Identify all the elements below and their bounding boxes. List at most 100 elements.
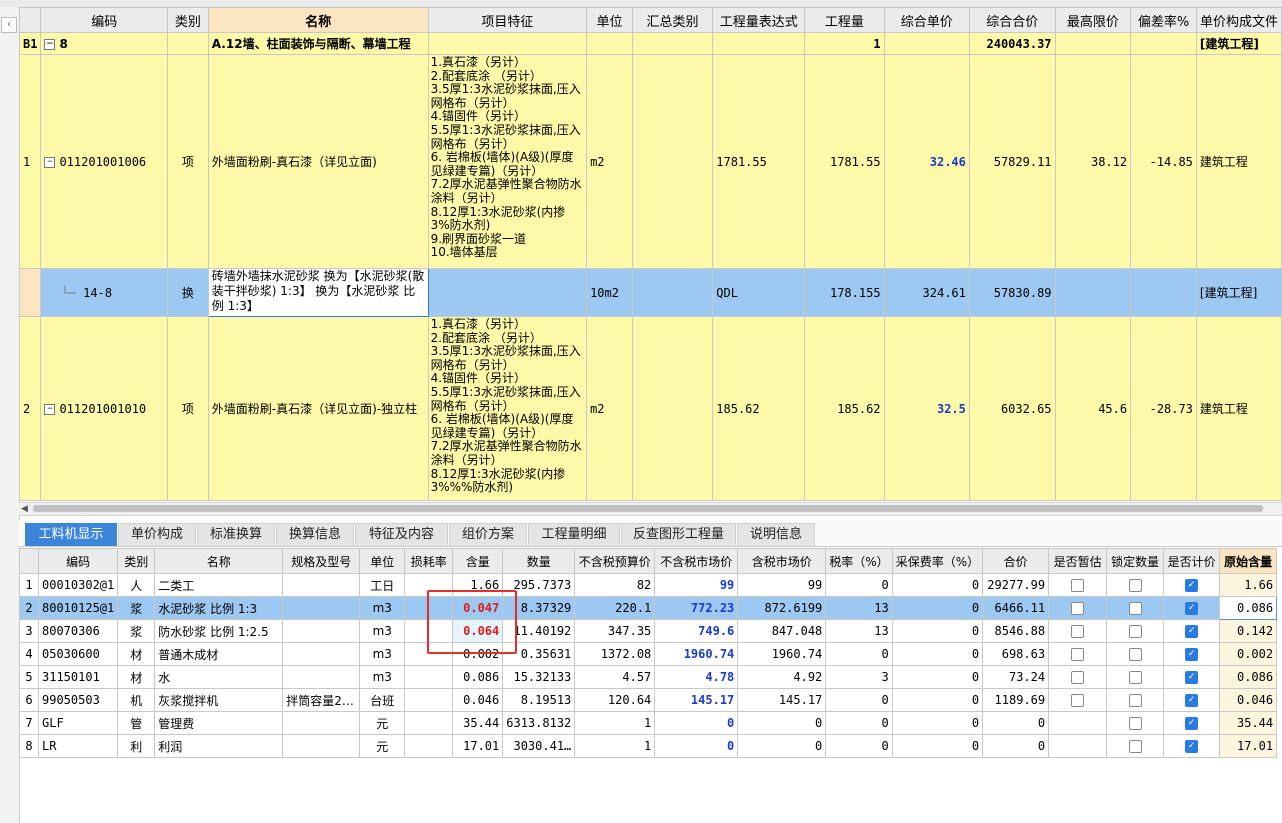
cell-market[interactable]: 145.17 — [654, 688, 739, 712]
section-name[interactable]: A.12墙、柱面装饰与隔断、幕墙工程 — [207, 32, 429, 55]
col-header-unit-price[interactable]: 综合单价 — [883, 7, 970, 33]
collapse-tree-icon[interactable]: − — [44, 38, 56, 50]
table-row[interactable]: 5 31150101 材水 m3 0.086 15.32133 4.57 4.78 4.92 3 0… — [19, 665, 1278, 689]
tab-graphic-quantity[interactable]: 反查图形工程量 — [621, 523, 736, 546]
cell-name[interactable]: 管理费 — [154, 711, 284, 735]
cell-market[interactable]: 99 — [654, 573, 739, 597]
scrollbar-thumb[interactable] — [33, 505, 1263, 512]
cell-content[interactable]: 0.086 — [452, 665, 504, 689]
provisional-checkbox[interactable] — [1071, 671, 1085, 684]
table-row-selected[interactable]: └─ 14-8 换 砖墙外墙抹水泥砂浆 换为【水泥砂浆(散装干拌砂浆) 1:3】… — [18, 268, 1282, 317]
col-header-unit[interactable]: 单位 — [359, 548, 406, 574]
col-header-summary-type[interactable]: 汇总类别 — [631, 7, 714, 33]
col-header-type[interactable]: 类别 — [167, 7, 209, 33]
col-header-deviation[interactable]: 偏差率% — [1130, 7, 1197, 33]
col-header-unit[interactable]: 单位 — [586, 7, 633, 33]
tab-description[interactable]: 说明信息 — [737, 523, 815, 546]
col-header-limit[interactable]: 最高限价 — [1054, 7, 1132, 33]
priced-checkbox[interactable]: ✓ — [1185, 579, 1199, 592]
horizontal-scrollbar[interactable]: ◀ — [19, 502, 1282, 516]
table-row[interactable]: 3 80070306 浆防水砂浆 比例 1:2.5 m3 0.064 11.40192 34… — [19, 619, 1278, 643]
cell-name[interactable]: 利润 — [154, 734, 284, 758]
cell-market[interactable]: 1960.74 — [654, 642, 739, 666]
lock-qty-checkbox[interactable] — [1128, 579, 1142, 592]
item-name[interactable]: 外墙面粉刷-真石漆（详见立面)-独立柱 — [207, 316, 429, 501]
col-header-loss-rate[interactable]: 损耗率 — [404, 548, 454, 574]
tab-features-content[interactable]: 特征及内容 — [355, 523, 448, 546]
table-row[interactable]: 8 LR 利利润元 17.01 3030.41… 1 0 0 0 0 0 ✓ 17.01 — [19, 734, 1278, 758]
cell-market[interactable]: 0 — [654, 734, 739, 758]
priced-checkbox[interactable]: ✓ — [1185, 602, 1199, 615]
tab-price-composition[interactable]: 单价构成 — [118, 523, 196, 546]
col-header-name[interactable]: 名称 — [207, 7, 429, 33]
cell-content[interactable]: 1.66 — [452, 573, 504, 597]
col-header-content[interactable]: 含量 — [452, 548, 504, 574]
col-header-tax-rate[interactable]: 税率（%） — [825, 548, 893, 574]
table-row[interactable]: 2 −011201001010 项 外墙面粉刷-真石漆（详见立面)-独立柱 1.… — [18, 316, 1282, 501]
cell-market[interactable]: 0 — [654, 711, 739, 735]
cell-name[interactable]: 普通木成材 — [154, 642, 284, 666]
col-header-name[interactable]: 名称 — [154, 548, 284, 574]
cell-content[interactable]: 0.064 — [452, 619, 504, 643]
col-header-market-price[interactable]: 不含税市场价 — [654, 548, 739, 574]
cell-qty[interactable]: 8.19513 — [502, 688, 576, 712]
cell-qty[interactable]: 8.37329 — [502, 596, 576, 620]
lock-qty-checkbox[interactable] — [1128, 648, 1142, 661]
priced-checkbox[interactable]: ✓ — [1185, 740, 1199, 753]
col-header-spec[interactable]: 规格及型号 — [282, 548, 361, 574]
cell-qty[interactable]: 11.40192 — [502, 619, 576, 643]
section-row[interactable]: B1 −8 A.12墙、柱面装饰与隔断、幕墙工程 1 240043.37 [建筑… — [18, 32, 1282, 55]
col-header-total[interactable]: 合价 — [982, 548, 1050, 574]
lock-qty-checkbox[interactable] — [1128, 740, 1142, 753]
cell-content[interactable]: 0.047 — [452, 596, 504, 620]
priced-checkbox[interactable]: ✓ — [1185, 694, 1199, 707]
provisional-checkbox[interactable] — [1071, 648, 1085, 661]
tab-pricing-plan[interactable]: 组价方案 — [449, 523, 527, 546]
tab-materials[interactable]: 工料机显示 — [25, 523, 117, 546]
cell-content[interactable]: 0.046 — [452, 688, 504, 712]
tab-conversion-info[interactable]: 换算信息 — [276, 523, 354, 546]
table-row[interactable]: 7 GLF 管管理费元 35.44 6313.8132 1 0 0 0 0 0 ✓ 35.44 — [19, 711, 1278, 735]
collapse-tree-icon[interactable]: − — [44, 156, 56, 168]
col-header-quantity[interactable]: 工程量 — [804, 7, 885, 33]
priced-checkbox[interactable]: ✓ — [1185, 625, 1199, 638]
cell-name[interactable]: 灰浆搅拌机 — [154, 688, 284, 712]
col-header-original-content[interactable]: 原始含量 — [1219, 548, 1278, 574]
tab-quantity-detail[interactable]: 工程量明细 — [528, 523, 620, 546]
provisional-checkbox[interactable] — [1071, 579, 1085, 592]
table-row[interactable]: 1 00010302@1 人二类工 工日 1.66 295.7373 82 99 99 0 0 292… — [19, 573, 1278, 597]
priced-checkbox[interactable]: ✓ — [1185, 671, 1199, 684]
col-header-code[interactable]: 编码 — [40, 7, 168, 33]
cell-name[interactable]: 水 — [154, 665, 284, 689]
provisional-checkbox[interactable] — [1071, 694, 1085, 707]
col-header-type[interactable]: 类别 — [117, 548, 156, 574]
lock-qty-checkbox[interactable] — [1128, 602, 1142, 615]
cell-qty[interactable]: 15.32133 — [502, 665, 576, 689]
lock-qty-checkbox[interactable] — [1128, 671, 1142, 684]
priced-checkbox[interactable]: ✓ — [1185, 717, 1199, 730]
col-header-quantity[interactable]: 数量 — [502, 548, 576, 574]
cell-qty[interactable]: 295.7373 — [502, 573, 576, 597]
col-header-file[interactable]: 单价构成文件 — [1195, 7, 1282, 33]
table-row[interactable]: 1 −011201001006 项 外墙面粉刷-真石漆（详见立面) 1.真石漆（… — [18, 54, 1282, 269]
col-header-features[interactable]: 项目特征 — [427, 7, 588, 33]
scroll-left-icon[interactable]: ◀ — [21, 503, 28, 515]
col-header-priced[interactable]: 是否计价 — [1163, 548, 1221, 574]
collapse-arrow-icon[interactable]: ‹ — [1, 17, 17, 33]
provisional-checkbox[interactable] — [1071, 602, 1085, 615]
col-header-total[interactable]: 综合合价 — [968, 7, 1056, 33]
item-name[interactable]: 外墙面粉刷-真石漆（详见立面) — [207, 54, 429, 269]
cell-content[interactable]: 0.002 — [452, 642, 504, 666]
cell-name[interactable]: 水泥砂浆 比例 1:3 — [154, 596, 284, 620]
priced-checkbox[interactable]: ✓ — [1185, 648, 1199, 661]
collapse-tree-icon[interactable]: − — [44, 403, 56, 415]
provisional-checkbox[interactable] — [1071, 625, 1085, 638]
cell-qty[interactable]: 6313.8132 — [502, 711, 576, 735]
col-header-code[interactable]: 编码 — [37, 548, 119, 574]
tab-standard-conversion[interactable]: 标准换算 — [197, 523, 275, 546]
cell-market[interactable]: 4.78 — [654, 665, 739, 689]
cell-name[interactable]: 二类工 — [154, 573, 284, 597]
cell-qty[interactable]: 3030.41… — [502, 734, 576, 758]
lock-qty-checkbox[interactable] — [1128, 694, 1142, 707]
col-header-fee-rate[interactable]: 采保费率（%） — [891, 548, 984, 574]
